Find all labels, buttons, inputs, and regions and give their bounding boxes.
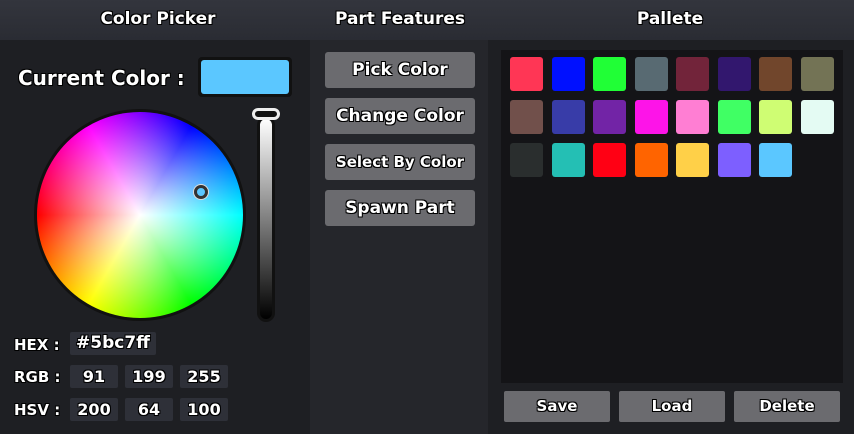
hsv-h-input[interactable]: 200 <box>70 398 118 421</box>
rgb-g-input[interactable]: 199 <box>125 365 173 388</box>
change-color-button[interactable]: Change Color <box>325 98 475 134</box>
part-features-title: Part Features <box>334 9 466 29</box>
palette-grid <box>501 50 843 383</box>
palette-swatch[interactable] <box>759 143 792 177</box>
header-bar: Color Picker Part Features Pallete <box>0 0 854 40</box>
hex-input[interactable]: #5bc7ff <box>70 332 156 355</box>
palette-swatch[interactable] <box>634 143 668 177</box>
rgb-r-input[interactable]: 91 <box>70 365 118 388</box>
palette-swatch[interactable] <box>510 57 543 91</box>
hex-label: HEX : <box>14 336 60 354</box>
palette-swatch[interactable] <box>510 143 543 177</box>
palette-swatch[interactable] <box>676 100 709 134</box>
palette-swatch[interactable] <box>551 57 585 91</box>
palette-swatch[interactable] <box>551 143 585 177</box>
palette-swatch[interactable] <box>510 100 543 134</box>
rgb-b-input[interactable]: 255 <box>180 365 228 388</box>
palette-swatch[interactable] <box>593 57 626 91</box>
save-button[interactable]: Save <box>504 391 610 422</box>
palette-swatch[interactable] <box>593 143 626 177</box>
current-color-swatch <box>198 57 292 97</box>
value-slider-thumb[interactable] <box>252 108 280 120</box>
hsv-s-input[interactable]: 64 <box>125 398 173 421</box>
palette-swatch[interactable] <box>593 100 626 134</box>
spawn-part-button[interactable]: Spawn Part <box>325 190 475 226</box>
delete-button[interactable]: Delete <box>734 391 840 422</box>
color-picker-title: Color Picker <box>100 9 216 29</box>
rgb-label: RGB : <box>14 368 61 386</box>
current-color-label: Current Color : <box>18 66 185 90</box>
palette-swatch[interactable] <box>676 143 709 177</box>
palette-swatch[interactable] <box>634 100 668 134</box>
palette-swatch[interactable] <box>717 57 751 91</box>
value-slider[interactable] <box>257 116 275 322</box>
palette-swatch[interactable] <box>759 100 792 134</box>
pallete-title: Pallete <box>636 9 704 29</box>
color-wheel-marker[interactable] <box>194 185 208 199</box>
palette-swatch[interactable] <box>551 100 585 134</box>
hsv-label: HSV : <box>14 401 61 419</box>
hsv-v-input[interactable]: 100 <box>180 398 228 421</box>
palette-swatch[interactable] <box>717 100 751 134</box>
load-button[interactable]: Load <box>619 391 725 422</box>
palette-swatch[interactable] <box>800 57 834 91</box>
palette-swatch[interactable] <box>717 143 751 177</box>
select-by-color-button[interactable]: Select By Color <box>325 144 475 180</box>
pick-color-button[interactable]: Pick Color <box>325 52 475 88</box>
palette-swatch[interactable] <box>676 57 709 91</box>
palette-swatch[interactable] <box>634 57 668 91</box>
color-wheel[interactable] <box>34 109 246 321</box>
palette-swatch[interactable] <box>800 100 834 134</box>
palette-swatch[interactable] <box>759 57 792 91</box>
